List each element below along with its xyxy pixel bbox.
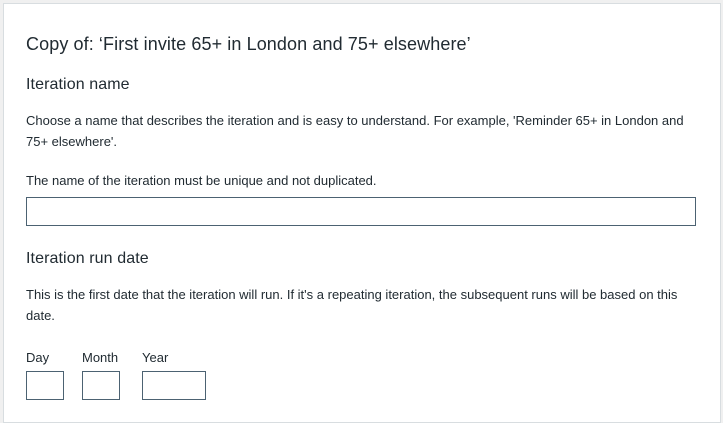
iteration-run-date-hint: This is the first date that the iteratio… xyxy=(26,287,678,323)
page-title: Copy of: ‘First invite 65+ in London and… xyxy=(26,34,471,54)
year-label: Year xyxy=(142,350,169,365)
iteration-run-date-heading: Iteration run date xyxy=(26,250,149,267)
iteration-name-uniqueness-hint: The name of the iteration must be unique… xyxy=(26,173,377,188)
day-label: Day xyxy=(26,350,50,365)
iteration-name-heading: Iteration name xyxy=(26,76,130,93)
month-label: Month xyxy=(82,350,119,365)
iteration-name-hint: Choose a name that describes the iterati… xyxy=(26,113,684,149)
form-panel: Copy of: ‘First invite 65+ in London and… xyxy=(3,3,721,423)
day-input[interactable] xyxy=(26,371,64,400)
iteration-name-input[interactable] xyxy=(26,197,696,226)
year-input[interactable] xyxy=(142,371,206,400)
month-input[interactable] xyxy=(82,371,120,400)
